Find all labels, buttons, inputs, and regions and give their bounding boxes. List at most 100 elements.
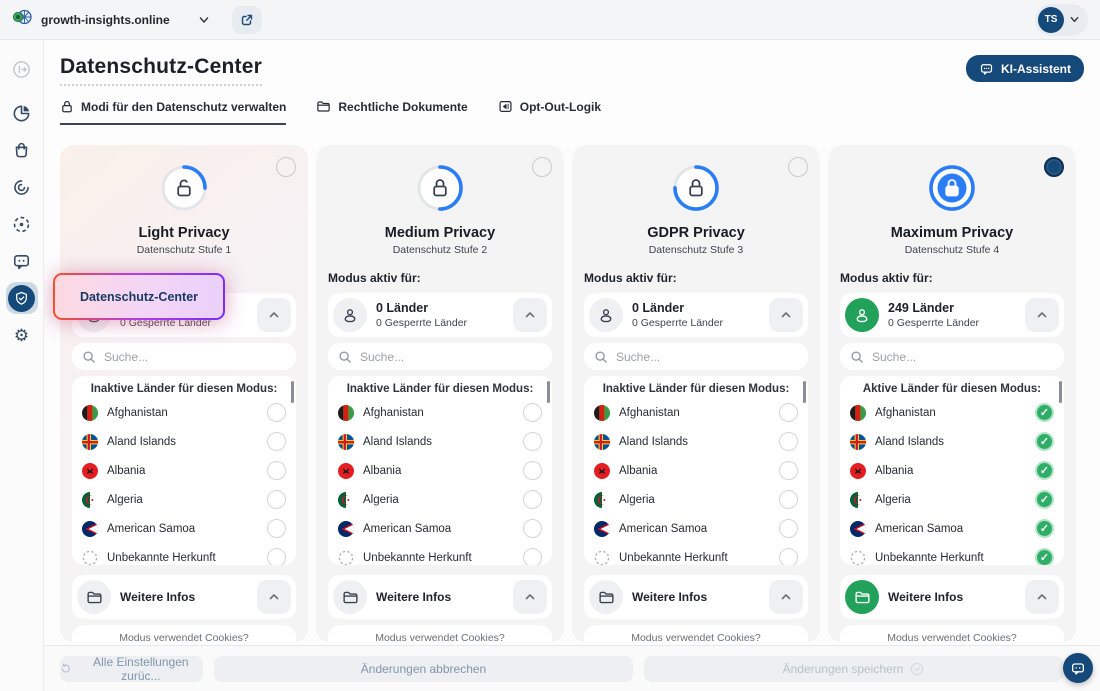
collapse-countries-button[interactable] (769, 298, 803, 332)
country-unchecked-circle[interactable] (779, 519, 798, 538)
country-unchecked-circle[interactable] (779, 403, 798, 422)
country-row[interactable]: American Samoa ✓ (850, 514, 1054, 543)
tab-modi-verwalten[interactable]: Modi für den Datenschutz verwalten (60, 99, 286, 125)
country-row[interactable]: Afghanistan (338, 398, 542, 427)
country-row[interactable]: American Samoa (82, 514, 286, 543)
country-checked-icon[interactable]: ✓ (1035, 490, 1054, 509)
country-unchecked-circle[interactable] (267, 548, 286, 565)
country-list: Inaktive Länder für diesen Modus: Afghan… (584, 376, 808, 565)
sidebar-item-privacy[interactable] (6, 282, 38, 314)
tab-opt-out-logik[interactable]: Opt-Out-Logik (498, 99, 601, 125)
country-unchecked-circle[interactable] (779, 490, 798, 509)
list-scrollbar[interactable] (803, 381, 806, 403)
country-row[interactable]: Algeria (82, 485, 286, 514)
list-scrollbar[interactable] (291, 381, 294, 403)
mode-select-radio[interactable] (532, 157, 552, 177)
country-unchecked-circle[interactable] (523, 548, 542, 565)
chevron-down-icon[interactable] (198, 14, 210, 26)
country-row[interactable]: Aland Islands (594, 427, 798, 456)
country-row[interactable]: Afghanistan (594, 398, 798, 427)
cancel-changes-button[interactable]: Änderungen abbrechen (214, 656, 633, 682)
country-row[interactable]: Albania (338, 456, 542, 485)
country-unchecked-circle[interactable] (267, 461, 286, 480)
sidebar-collapse-button[interactable] (6, 53, 38, 85)
privacy-mode-card-maximum-privacy[interactable]: Maximum Privacy Datenschutz Stufe 4 Modu… (828, 145, 1076, 642)
sidebar-item-shop[interactable] (6, 134, 38, 166)
country-row[interactable]: Albania (82, 456, 286, 485)
sidebar-item-settings[interactable]: ⚙ (6, 319, 38, 351)
country-row[interactable]: Albania ✓ (850, 456, 1054, 485)
country-unchecked-circle[interactable] (779, 461, 798, 480)
sidebar-item-analytics[interactable] (6, 97, 38, 129)
country-unchecked-circle[interactable] (267, 519, 286, 538)
reset-all-settings-button[interactable]: Alle Einstellungen zurüc... (60, 656, 203, 682)
ki-assistent-button[interactable]: KI-Assistent (966, 55, 1084, 82)
collapse-more-info-button[interactable] (769, 580, 803, 614)
collapse-countries-button[interactable] (513, 298, 547, 332)
country-checked-icon[interactable]: ✓ (1035, 548, 1054, 565)
collapse-countries-button[interactable] (1025, 298, 1059, 332)
country-unchecked-circle[interactable] (523, 432, 542, 451)
country-unchecked-circle[interactable] (523, 519, 542, 538)
country-unchecked-circle[interactable] (523, 403, 542, 422)
chat-fab-button[interactable] (1063, 653, 1093, 683)
country-unchecked-circle[interactable] (779, 432, 798, 451)
country-row[interactable]: Algeria (338, 485, 542, 514)
country-row[interactable]: Algeria ✓ (850, 485, 1054, 514)
country-checked-icon[interactable]: ✓ (1035, 519, 1054, 538)
privacy-mode-card-light-privacy[interactable]: Light Privacy Datenschutz Stufe 1 Modus … (60, 145, 308, 642)
country-row[interactable]: Unbekannte Herkunft ✓ (850, 543, 1054, 565)
country-unchecked-circle[interactable] (267, 432, 286, 451)
countries-pin-icon (853, 306, 871, 324)
mode-select-radio[interactable] (788, 157, 808, 177)
country-row[interactable]: Afghanistan (82, 398, 286, 427)
privacy-mode-card-medium-privacy[interactable]: Medium Privacy Datenschutz Stufe 2 Modus… (316, 145, 564, 642)
country-unchecked-circle[interactable] (779, 548, 798, 565)
list-scrollbar[interactable] (547, 381, 550, 403)
mode-select-radio[interactable] (276, 157, 296, 177)
tab-bar: Modi für den Datenschutz verwalten Recht… (60, 99, 1084, 125)
collapse-more-info-button[interactable] (257, 580, 291, 614)
country-unchecked-circle[interactable] (267, 490, 286, 509)
country-row[interactable]: Aland Islands ✓ (850, 427, 1054, 456)
collapse-countries-button[interactable] (257, 298, 291, 332)
country-search-input[interactable]: Suche... (328, 343, 552, 370)
collapse-more-info-button[interactable] (1025, 580, 1059, 614)
country-row[interactable]: Unbekannte Herkunft (82, 543, 286, 565)
folder-icon (589, 580, 623, 614)
user-menu[interactable]: TS (1035, 4, 1088, 36)
country-row[interactable]: American Samoa (594, 514, 798, 543)
country-unchecked-circle[interactable] (267, 403, 286, 422)
country-row[interactable]: Unbekannte Herkunft (594, 543, 798, 565)
sidebar-item-history[interactable] (6, 171, 38, 203)
country-name: Afghanistan (107, 407, 168, 419)
collapse-more-info-button[interactable] (513, 580, 547, 614)
chevron-up-icon (780, 309, 792, 321)
country-checked-icon[interactable]: ✓ (1035, 403, 1054, 422)
country-row[interactable]: Afghanistan ✓ (850, 398, 1054, 427)
country-row[interactable]: Aland Islands (82, 427, 286, 456)
save-changes-button[interactable]: Änderungen speichern (644, 656, 1063, 682)
tab-rechtliche-dokumente[interactable]: Rechtliche Dokumente (316, 99, 467, 125)
site-brand[interactable]: growth-insights.online (12, 8, 170, 31)
sidebar: ⚙ (0, 40, 44, 691)
country-checked-icon[interactable]: ✓ (1035, 432, 1054, 451)
open-external-button[interactable] (232, 6, 262, 34)
country-row[interactable]: Aland Islands (338, 427, 542, 456)
country-checked-icon[interactable]: ✓ (1035, 461, 1054, 480)
country-row[interactable]: Algeria (594, 485, 798, 514)
country-unchecked-circle[interactable] (523, 461, 542, 480)
sidebar-item-chat[interactable] (6, 245, 38, 277)
privacy-mode-card-gdpr-privacy[interactable]: GDPR Privacy Datenschutz Stufe 3 Modus a… (572, 145, 820, 642)
mode-select-radio[interactable] (1044, 157, 1064, 177)
sidebar-item-tracking[interactable] (6, 208, 38, 240)
country-search-input[interactable]: Suche... (72, 343, 296, 370)
list-scrollbar[interactable] (1059, 381, 1062, 403)
country-unchecked-circle[interactable] (523, 490, 542, 509)
country-row[interactable]: Albania (594, 456, 798, 485)
country-name: Unbekannte Herkunft (619, 552, 728, 564)
country-search-input[interactable]: Suche... (584, 343, 808, 370)
country-search-input[interactable]: Suche... (840, 343, 1064, 370)
country-row[interactable]: Unbekannte Herkunft (338, 543, 542, 565)
country-row[interactable]: American Samoa (338, 514, 542, 543)
